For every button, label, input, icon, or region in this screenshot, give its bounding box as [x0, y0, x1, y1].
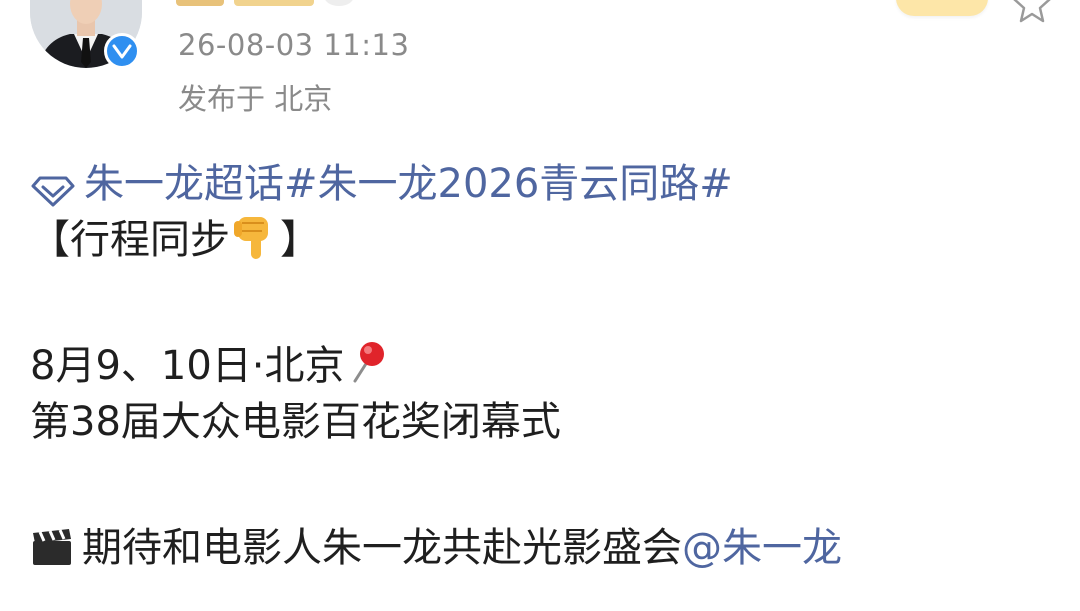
- hashtag-link[interactable]: #朱一龙2026青云同路#: [284, 156, 733, 212]
- username-fragment: [176, 0, 224, 6]
- cheer-text: 期待和电影人朱一龙共赴光影盛会: [82, 525, 682, 571]
- pointing-down-hand-icon: [232, 213, 278, 261]
- schedule-open-text: 【行程同步: [30, 217, 230, 263]
- post-timestamp: 26-08-03 11:13: [178, 28, 410, 62]
- pushpin-icon: [347, 339, 387, 385]
- star-icon[interactable]: [1010, 0, 1054, 26]
- verified-icon: [104, 33, 140, 69]
- schedule-heading: 【行程同步 】: [30, 212, 1070, 268]
- username-strip[interactable]: [176, 0, 354, 8]
- schedule-close-text: 】: [280, 217, 320, 263]
- cheer-line: 期待和电影人朱一龙共赴光影盛会@朱一龙: [30, 520, 1070, 576]
- post-content: 朱一龙超话 #朱一龙2026青云同路# 【行程同步 】 8月9、10日·北京 第3…: [30, 156, 1070, 576]
- supertopic-link[interactable]: 朱一龙超话: [84, 156, 284, 212]
- post-location: 发布于 北京: [178, 82, 333, 116]
- diamond-icon: [30, 167, 76, 207]
- event-line: 第38届大众电影百花奖闭幕式: [30, 399, 561, 445]
- member-badge-icon: [234, 0, 314, 6]
- clapperboard-icon: [30, 526, 74, 566]
- topic-line: 朱一龙超话 #朱一龙2026青云同路#: [30, 156, 1070, 212]
- date-place-text: 8月9、10日·北京: [30, 343, 345, 389]
- date-location-line: 8月9、10日·北京: [30, 338, 1070, 394]
- fan-badge-icon: [896, 0, 988, 16]
- level-icon: [324, 0, 354, 6]
- mention-link[interactable]: @朱一龙: [682, 525, 842, 571]
